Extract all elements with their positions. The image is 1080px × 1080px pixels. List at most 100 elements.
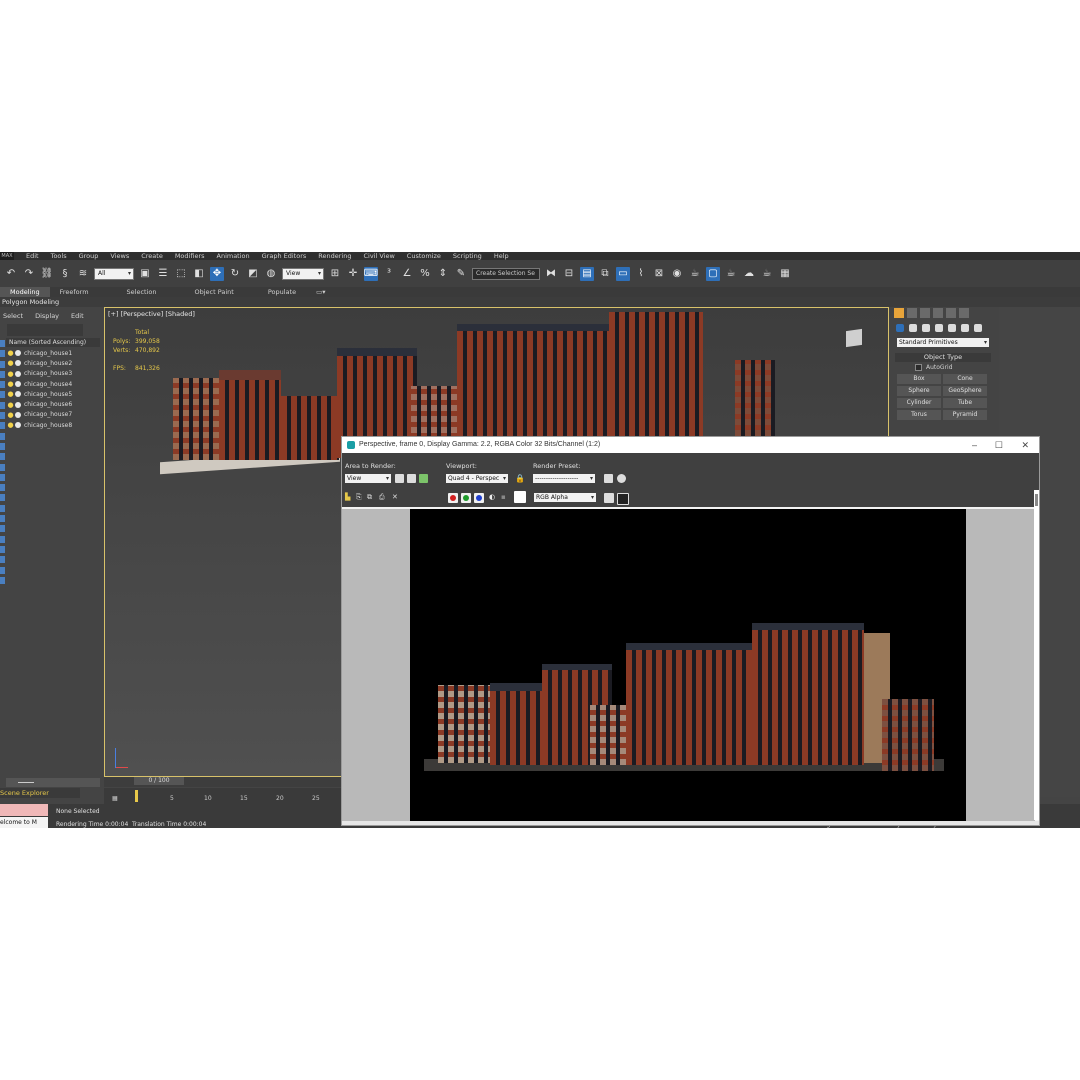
filter-icon[interactable] <box>0 484 5 492</box>
menu-views[interactable]: Views <box>110 252 129 260</box>
sphere-button[interactable]: Sphere <box>897 386 941 396</box>
filter-icon[interactable] <box>0 350 5 358</box>
menu-help[interactable]: Help <box>494 252 509 260</box>
create-tab-icon[interactable] <box>894 308 904 318</box>
filter-icon[interactable] <box>0 494 5 502</box>
light-bulb-icon[interactable]: ● <box>6 411 15 419</box>
tab-object-paint[interactable]: Object Paint <box>185 287 244 297</box>
systems-icon[interactable] <box>974 324 982 332</box>
named-selection-input[interactable]: Create Selection Se <box>472 267 540 280</box>
selection-filter-dropdown[interactable]: All <box>94 267 134 280</box>
menu-edit[interactable]: Edit <box>26 252 39 260</box>
time-slider-thumb[interactable]: 0 / 100 <box>134 777 184 785</box>
explorer-column-header[interactable]: Name (Sorted Ascending) <box>6 338 100 347</box>
menu-tools[interactable]: Tools <box>51 252 67 260</box>
filter-icon[interactable] <box>0 556 5 564</box>
monochrome-icon[interactable]: ▪ <box>501 493 509 501</box>
tab-selection[interactable]: Selection <box>117 287 167 297</box>
filter-icon[interactable] <box>0 432 5 440</box>
select-rotate-icon[interactable]: ↻ <box>228 267 242 281</box>
geosphere-button[interactable]: GeoSphere <box>943 386 987 396</box>
close-icon[interactable]: ✕ <box>1021 437 1029 453</box>
tab-populate[interactable]: Populate <box>258 287 306 297</box>
list-item[interactable]: ● chicago_house3 <box>6 369 100 379</box>
checkbox-icon[interactable] <box>915 364 922 371</box>
filter-icon[interactable] <box>0 473 5 481</box>
explorer-scrollbar[interactable] <box>6 778 100 787</box>
menu-customize[interactable]: Customize <box>407 252 441 260</box>
light-bulb-icon[interactable]: ● <box>6 380 15 388</box>
toggle-scene-explorer-icon[interactable]: ▤ <box>580 266 594 281</box>
filter-icon[interactable] <box>0 442 5 450</box>
window-crossing-icon[interactable]: ◧ <box>192 267 206 281</box>
viewport-dropdown[interactable]: Quad 4 - Perspec <box>446 474 508 483</box>
spinner-snap-icon[interactable]: ⇕ <box>436 267 450 281</box>
menu-create[interactable]: Create <box>141 252 163 260</box>
auto-region-icon[interactable] <box>407 474 416 483</box>
environment-icon[interactable] <box>617 474 626 483</box>
filter-icon[interactable] <box>0 370 5 378</box>
mirror-icon[interactable]: ⧓ <box>544 267 558 281</box>
filter-icon[interactable] <box>0 566 5 574</box>
reference-coordinate-dropdown[interactable]: View <box>282 267 324 280</box>
autogrid-checkbox[interactable]: AutoGrid <box>915 364 999 371</box>
save-image-icon[interactable]: ▙ <box>345 493 353 501</box>
area-to-render-dropdown[interactable]: View <box>345 474 391 483</box>
select-by-name-icon[interactable]: ☰ <box>156 267 170 281</box>
helpers-icon[interactable] <box>948 324 956 332</box>
layer-explorer-icon[interactable]: ⧉ <box>598 267 612 281</box>
menu-rendering[interactable]: Rendering <box>318 252 351 260</box>
hierarchy-tab-icon[interactable] <box>920 308 930 318</box>
light-bulb-icon[interactable]: ● <box>6 401 15 409</box>
spacewarps-icon[interactable] <box>961 324 969 332</box>
utilities-tab-icon[interactable] <box>959 308 969 318</box>
material-editor-icon[interactable]: ◉ <box>670 267 684 281</box>
window-titlebar[interactable]: Perspective, frame 0, Display Gamma: 2.2… <box>342 437 1039 453</box>
filter-icon[interactable] <box>0 391 5 399</box>
maximize-icon[interactable]: ☐ <box>995 437 1003 453</box>
list-item[interactable]: ● chicago_house8 <box>6 420 100 430</box>
list-item[interactable]: ● chicago_house6 <box>6 399 100 409</box>
modify-tab-icon[interactable] <box>907 308 917 318</box>
green-channel-toggle[interactable] <box>461 493 471 503</box>
track-bar[interactable]: ▦ 5 10 15 20 25 <box>104 788 344 804</box>
geometry-icon[interactable] <box>896 324 904 332</box>
lock-icon[interactable]: 🔒 <box>515 474 525 483</box>
select-object-icon[interactable]: ▣ <box>138 267 152 281</box>
clear-image-icon[interactable]: ✕ <box>392 493 400 501</box>
filter-icon[interactable] <box>0 535 5 543</box>
blue-channel-toggle[interactable] <box>474 493 484 503</box>
schematic-view-icon[interactable]: ⊠ <box>652 267 666 281</box>
color-swatch[interactable] <box>514 491 526 503</box>
undo-icon[interactable]: ↶ <box>4 267 18 281</box>
select-manipulate-icon[interactable]: ✛ <box>346 267 360 281</box>
list-item[interactable]: ● chicago_house2 <box>6 358 100 368</box>
filter-icon[interactable] <box>0 525 5 533</box>
print-image-icon[interactable]: ⎙ <box>379 493 387 501</box>
align-icon[interactable]: ⊟ <box>562 267 576 281</box>
clone-window-icon[interactable]: ⧉ <box>367 493 375 501</box>
render-iterative-icon[interactable]: ☕ <box>760 267 774 281</box>
list-item[interactable]: ● chicago_house1 <box>6 348 100 358</box>
pyramid-button[interactable]: Pyramid <box>943 410 987 420</box>
ribbon-options-icon[interactable]: ▭▾ <box>306 287 335 297</box>
render-canvas[interactable] <box>342 509 1035 821</box>
maxscript-output[interactable] <box>0 804 48 816</box>
light-bulb-icon[interactable]: ● <box>6 390 15 398</box>
torus-button[interactable]: Torus <box>897 410 941 420</box>
menu-modifiers[interactable]: Modifiers <box>175 252 205 260</box>
light-bulb-icon[interactable]: ● <box>6 359 15 367</box>
box-button[interactable]: Box <box>897 374 941 384</box>
filter-icon[interactable] <box>0 340 5 347</box>
filter-icon[interactable] <box>0 401 5 409</box>
menu-animation[interactable]: Animation <box>217 252 250 260</box>
tab-freeform[interactable]: Freeform <box>50 287 99 297</box>
filter-icon[interactable] <box>0 422 5 430</box>
a360-gallery-icon[interactable]: ▦ <box>778 267 792 281</box>
vertical-scrollbar[interactable] <box>1034 490 1039 820</box>
edit-region-icon[interactable] <box>395 474 404 483</box>
select-scale-icon[interactable]: ◩ <box>246 267 260 281</box>
motion-tab-icon[interactable] <box>933 308 943 318</box>
viewport-label[interactable]: [+] [Perspective] [Shaded] <box>108 310 195 318</box>
cone-button[interactable]: Cone <box>943 374 987 384</box>
